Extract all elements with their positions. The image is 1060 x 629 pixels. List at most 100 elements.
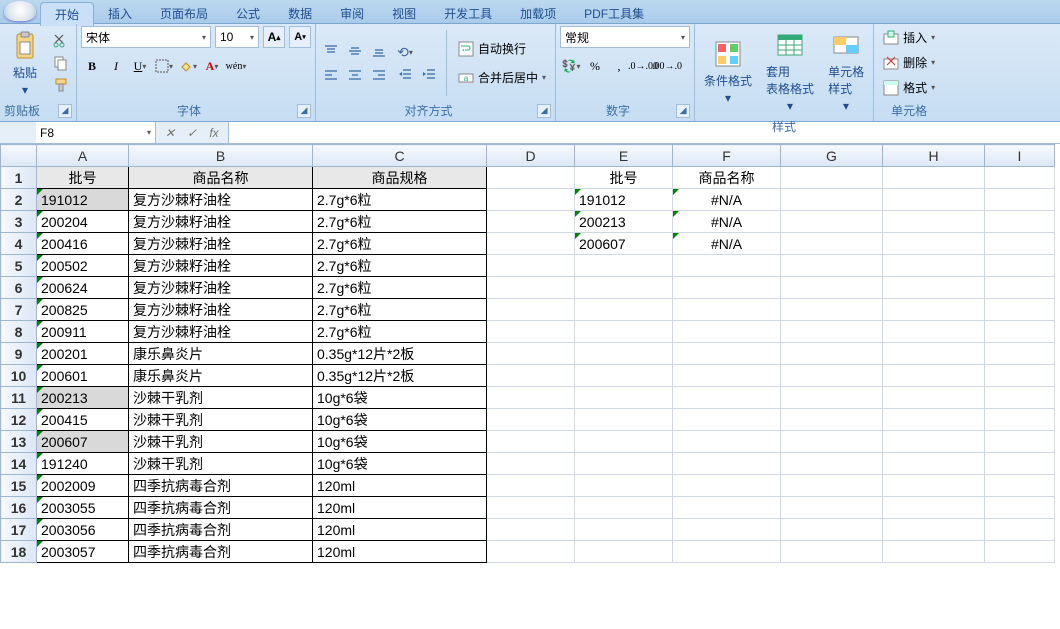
- cell[interactable]: [575, 255, 673, 277]
- cell[interactable]: [883, 431, 985, 453]
- cell[interactable]: 200415: [37, 409, 129, 431]
- row-header[interactable]: 9: [1, 343, 37, 365]
- tab-addin[interactable]: 加载项: [506, 2, 570, 25]
- tab-insert[interactable]: 插入: [94, 2, 146, 25]
- cell[interactable]: [883, 167, 985, 189]
- cell[interactable]: [985, 475, 1055, 497]
- cell[interactable]: 10g*6袋: [313, 453, 487, 475]
- align-middle-button[interactable]: [344, 40, 366, 62]
- cell[interactable]: [575, 453, 673, 475]
- wrap-text-button[interactable]: 自动换行: [453, 37, 551, 60]
- cell[interactable]: 四季抗病毒合剂: [129, 519, 313, 541]
- cell[interactable]: [985, 409, 1055, 431]
- cell[interactable]: #N/A: [673, 211, 781, 233]
- cell[interactable]: [985, 365, 1055, 387]
- cell[interactable]: [487, 497, 575, 519]
- percent-button[interactable]: %: [584, 56, 606, 76]
- border-button[interactable]: ▾: [153, 56, 175, 76]
- cell[interactable]: [883, 211, 985, 233]
- cell[interactable]: [673, 409, 781, 431]
- number-dialog-launcher[interactable]: ◢: [676, 104, 690, 118]
- row-header[interactable]: 1: [1, 167, 37, 189]
- cell[interactable]: [487, 343, 575, 365]
- cell[interactable]: [883, 497, 985, 519]
- cell[interactable]: [781, 211, 883, 233]
- cell[interactable]: [673, 541, 781, 563]
- cell[interactable]: [781, 541, 883, 563]
- italic-button[interactable]: I: [105, 56, 127, 76]
- cell[interactable]: [883, 189, 985, 211]
- cell[interactable]: [883, 321, 985, 343]
- cancel-formula-button[interactable]: ✕: [160, 124, 180, 142]
- tab-data[interactable]: 数据: [274, 2, 326, 25]
- row-header[interactable]: 7: [1, 299, 37, 321]
- paste-button[interactable]: 粘贴 ▾: [4, 27, 46, 100]
- cell[interactable]: 2.7g*6粒: [313, 321, 487, 343]
- tab-layout[interactable]: 页面布局: [146, 2, 222, 25]
- cell[interactable]: 2.7g*6粒: [313, 189, 487, 211]
- cut-button[interactable]: [50, 31, 72, 51]
- cell[interactable]: 200624: [37, 277, 129, 299]
- row-header[interactable]: 3: [1, 211, 37, 233]
- cell[interactable]: [673, 497, 781, 519]
- cell[interactable]: 120ml: [313, 475, 487, 497]
- enter-formula-button[interactable]: ✓: [182, 124, 202, 142]
- cell[interactable]: 200213: [575, 211, 673, 233]
- column-header[interactable]: B: [129, 145, 313, 167]
- cell[interactable]: 200502: [37, 255, 129, 277]
- cell[interactable]: [575, 321, 673, 343]
- cell[interactable]: [985, 167, 1055, 189]
- column-header[interactable]: H: [883, 145, 985, 167]
- cell[interactable]: 200204: [37, 211, 129, 233]
- spreadsheet-grid[interactable]: ABCDEFGHI 1批号商品名称商品规格批号商品名称2191012复方沙棘籽油…: [0, 144, 1060, 629]
- cell[interactable]: 200911: [37, 321, 129, 343]
- cell[interactable]: 2003055: [37, 497, 129, 519]
- cell[interactable]: [673, 277, 781, 299]
- comma-style-button[interactable]: ,: [608, 56, 630, 76]
- cell[interactable]: [985, 541, 1055, 563]
- underline-button[interactable]: U▾: [129, 56, 151, 76]
- cell[interactable]: [985, 321, 1055, 343]
- row-header[interactable]: 5: [1, 255, 37, 277]
- tab-start[interactable]: 开始: [40, 2, 94, 26]
- cell[interactable]: [781, 277, 883, 299]
- cell[interactable]: [487, 299, 575, 321]
- cell[interactable]: 复方沙棘籽油栓: [129, 277, 313, 299]
- cell[interactable]: 批号: [575, 167, 673, 189]
- cell[interactable]: 200607: [37, 431, 129, 453]
- bold-button[interactable]: B: [81, 56, 103, 76]
- cell[interactable]: 康乐鼻炎片: [129, 365, 313, 387]
- row-header[interactable]: 2: [1, 189, 37, 211]
- cell[interactable]: [673, 299, 781, 321]
- font-color-button[interactable]: A▾: [201, 56, 223, 76]
- cell[interactable]: [781, 233, 883, 255]
- row-header[interactable]: 13: [1, 431, 37, 453]
- row-header[interactable]: 4: [1, 233, 37, 255]
- cell[interactable]: [883, 409, 985, 431]
- cell[interactable]: [781, 387, 883, 409]
- cell[interactable]: [487, 387, 575, 409]
- cell[interactable]: [985, 519, 1055, 541]
- align-dialog-launcher[interactable]: ◢: [537, 104, 551, 118]
- align-center-button[interactable]: [344, 64, 366, 86]
- cell[interactable]: 复方沙棘籽油栓: [129, 255, 313, 277]
- cell[interactable]: [673, 453, 781, 475]
- cell[interactable]: 复方沙棘籽油栓: [129, 233, 313, 255]
- cell[interactable]: [487, 277, 575, 299]
- cell[interactable]: [487, 189, 575, 211]
- column-header[interactable]: A: [37, 145, 129, 167]
- cell[interactable]: 10g*6袋: [313, 409, 487, 431]
- column-header[interactable]: F: [673, 145, 781, 167]
- cell[interactable]: 120ml: [313, 497, 487, 519]
- font-size-combo[interactable]: 10▾: [215, 26, 259, 48]
- cell[interactable]: [883, 453, 985, 475]
- cell[interactable]: 191240: [37, 453, 129, 475]
- cell[interactable]: [673, 343, 781, 365]
- row-header[interactable]: 18: [1, 541, 37, 563]
- cell[interactable]: [781, 255, 883, 277]
- tab-formula[interactable]: 公式: [222, 2, 274, 25]
- cell[interactable]: [781, 167, 883, 189]
- cell[interactable]: [985, 387, 1055, 409]
- cell[interactable]: [883, 233, 985, 255]
- cell[interactable]: [575, 343, 673, 365]
